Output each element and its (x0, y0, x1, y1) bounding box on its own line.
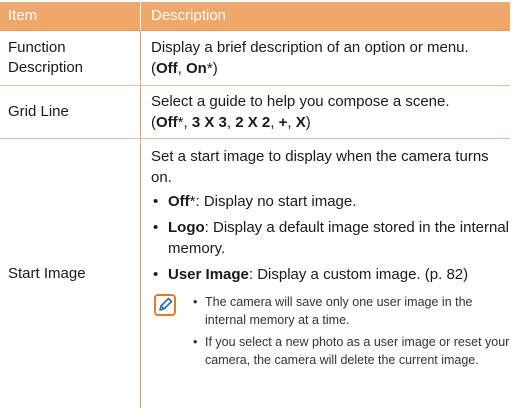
item-label-line1: Function (8, 39, 66, 56)
table-header: Item Description (0, 2, 510, 31)
bullet: • (193, 295, 198, 309)
note-item: • If you select a new photo as a user ima… (193, 335, 510, 367)
note-pencil-icon (154, 294, 176, 316)
description-cell: Select a guide to help you compose a sce… (140, 86, 510, 138)
option-3x3: 3 X 3 (191, 114, 227, 131)
option-desc: : Display a custom image. (p. 82) (248, 266, 469, 283)
table-row: Start Image Set a start image to display… (0, 139, 510, 408)
description-cell: Display a brief description of an option… (140, 31, 510, 85)
header-description: Description (140, 2, 510, 30)
option-desc: : Display no start image. (195, 193, 357, 210)
bullet: • (193, 335, 198, 349)
note-box: • The camera will save only one user imag… (151, 293, 510, 373)
description-text: Set a start image to display when the ca… (151, 148, 489, 186)
settings-table: Item Description Function Description Di… (0, 2, 510, 408)
bullet: • (153, 219, 159, 236)
item-cell: Function Description (0, 31, 140, 85)
options-line: (Off*, 3 X 3, 2 X 2, +, X) (151, 114, 311, 131)
item-label: Grid Line (8, 103, 69, 120)
list-item: • User Image: Display a custom image. (p.… (151, 264, 510, 285)
option-term: Logo (168, 219, 205, 236)
note-list: • The camera will save only one user imag… (191, 293, 510, 373)
option-on: On (186, 60, 207, 77)
option-desc: : Display a default image stored in the … (168, 219, 509, 257)
option-off: Off (156, 60, 178, 77)
bullet: • (153, 193, 159, 210)
option-x: X (295, 114, 306, 131)
description-cell: Set a start image to display when the ca… (140, 139, 510, 408)
header-item: Item (8, 7, 38, 24)
options-line: (Off, On*) (151, 60, 218, 77)
description-text: Display a brief description of an option… (151, 39, 469, 56)
list-item: • Logo: Display a default image stored in… (151, 217, 510, 259)
item-label-line2: Description (8, 59, 84, 76)
bullet: • (153, 266, 159, 283)
list-item: • Off*: Display no start image. (151, 191, 510, 212)
note-item: • The camera will save only one user imag… (193, 295, 473, 327)
option-list: • Off*: Display no start image. • Logo: Di… (151, 191, 510, 285)
option-2x2: 2 X 2 (235, 114, 271, 131)
description-text: Select a guide to help you compose a sce… (151, 93, 450, 110)
option-term: Off (168, 193, 190, 210)
option-term: User Image (168, 266, 249, 283)
option-off: Off (156, 114, 178, 131)
table-row: Grid Line Select a guide to help you com… (0, 86, 510, 139)
item-label: Start Image (8, 264, 86, 282)
table-row: Function Description Display a brief des… (0, 31, 510, 86)
